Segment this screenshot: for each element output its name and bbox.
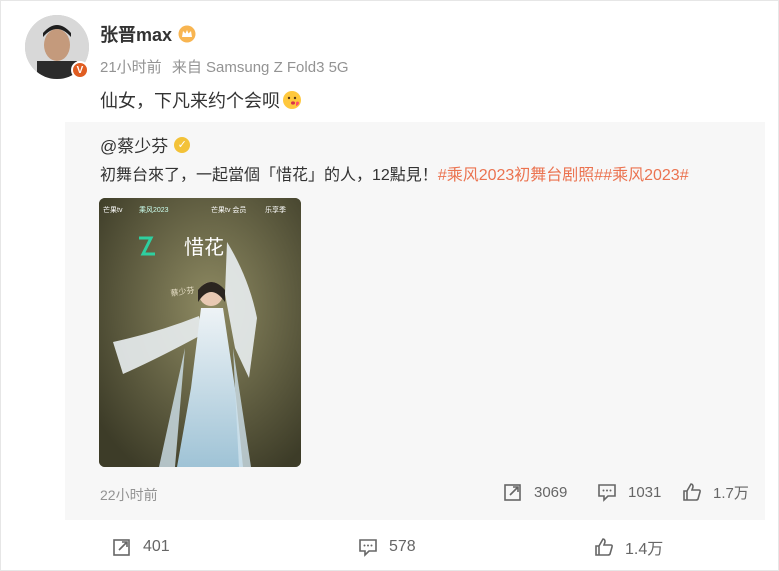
comment-icon [359,539,377,557]
image-title: 惜花 [184,235,224,259]
stage-photo: 芒果tv 乘风2023 芒果tv 会员 乐享季 惜花 蔡少芬 [99,198,301,467]
author-name-row: 张晋max [100,21,196,47]
comment-button[interactable]: 578 [357,536,416,558]
logo-season: 乐享季 [265,205,286,214]
repost-text-plain: 初舞台來了，一起當個「惜花」的人，12點見！ [100,167,438,184]
repost-text: 初舞台來了，一起當個「惜花」的人，12點見！#乘风2023初舞台剧照##乘风20… [100,161,689,185]
repost-forward-button[interactable]: 3069 [502,481,567,503]
author-name[interactable]: 张晋max [100,21,172,47]
repost-forward-count: 3069 [534,483,568,501]
comment-count: 578 [389,538,416,555]
gold-verified-icon: ✓ [174,136,191,153]
vip-crown-icon[interactable] [178,25,196,43]
comment-icon [598,484,616,502]
post-text: 仙女，下凡来约个会呗 [100,91,280,111]
like-button[interactable]: 1.4万 [593,536,663,558]
repost-author-row: @蔡少芬 ✓ [100,132,191,157]
post-source: 来自 Samsung Z Fold3 5G [171,59,349,76]
post-body: 仙女，下凡来约个会呗 [100,87,302,113]
kiss-emoji-icon [283,91,301,109]
repost-comment-button[interactable]: 1031 [596,481,661,503]
repost-like-button[interactable]: 1.7万 [681,481,749,503]
verified-badge-icon: V [71,61,89,79]
repost-like-count: 1.7万 [713,484,749,502]
author-avatar[interactable]: V [25,15,89,79]
repost-author-name[interactable]: @蔡少芬 [100,132,168,157]
post-meta: 21小时前 来自 Samsung Z Fold3 5G [100,56,355,77]
like-icon [595,538,613,556]
repost-block[interactable]: @蔡少芬 ✓ 初舞台來了，一起當個「惜花」的人，12點見！#乘风2023初舞台剧… [65,122,765,520]
forward-icon [113,539,130,556]
repost-time[interactable]: 22小时前 [100,485,158,505]
repost-comment-count: 1031 [628,483,662,501]
like-count: 1.4万 [625,541,664,558]
logo-show: 乘风2023 [139,205,169,214]
logo-mango: 芒果tv [103,205,123,214]
repost-image[interactable]: 芒果tv 乘风2023 芒果tv 会员 乐享季 惜花 蔡少芬 [99,198,301,467]
like-icon [683,483,701,501]
forward-icon [504,484,521,501]
hashtag-links[interactable]: #乘风2023初舞台剧照##乘风2023# [438,167,689,184]
logo-member: 芒果tv 会员 [211,205,246,214]
post-time[interactable]: 21小时前 [100,59,162,76]
forward-count: 401 [143,538,170,555]
weibo-post-card: V 张晋max 21小时前 来自 Samsung Z Fold3 5G 仙女，下… [0,0,779,571]
forward-button[interactable]: 401 [111,536,170,558]
